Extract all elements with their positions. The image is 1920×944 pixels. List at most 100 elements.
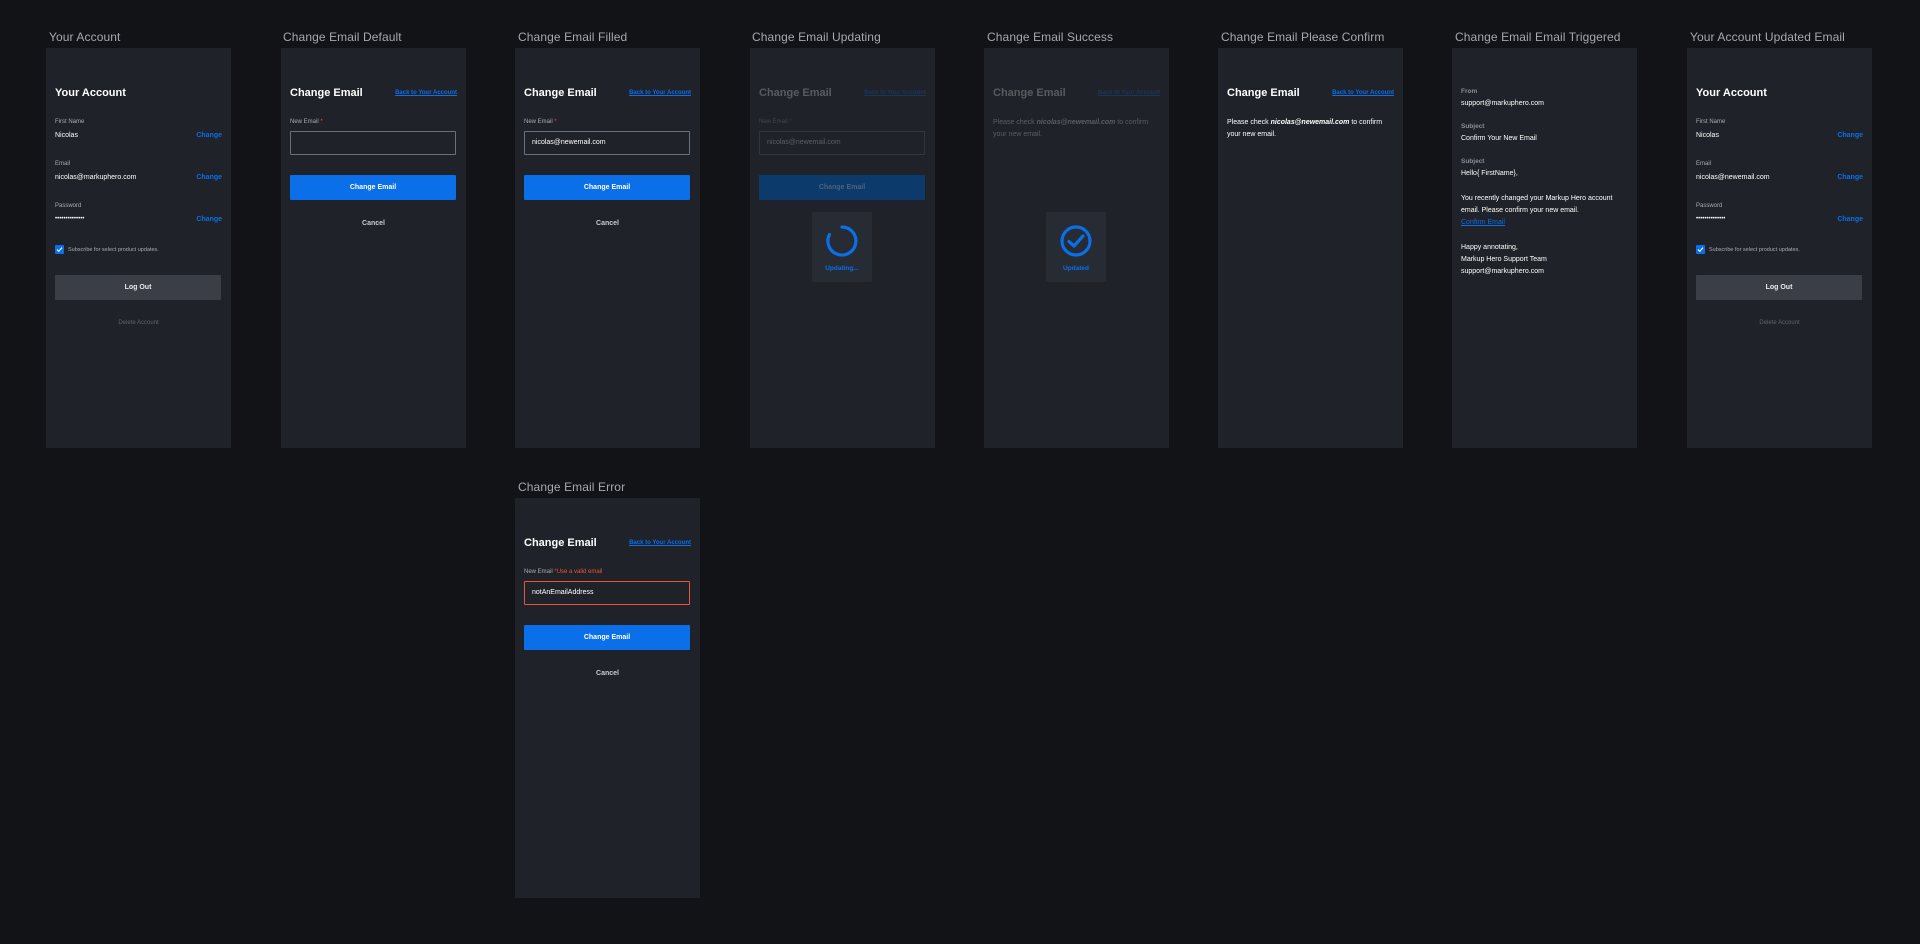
body-label: Subject xyxy=(1461,158,1485,165)
new-email-input[interactable]: nicolas@newemail.com xyxy=(524,131,690,155)
subject-value: Confirm Your New Email xyxy=(1461,135,1537,142)
new-email-label: New Email * xyxy=(524,119,557,125)
frame-your-account: Your Account First Name Nicolas Change E… xyxy=(46,48,231,448)
new-email-input-value: nicolas@newemail.com xyxy=(767,139,841,146)
new-email-input[interactable] xyxy=(290,131,456,155)
page-title: Your Account xyxy=(55,87,126,99)
change-email-button[interactable]: Change Email xyxy=(524,175,690,200)
subscribe-checkbox[interactable] xyxy=(55,245,64,254)
check-icon xyxy=(1697,247,1704,253)
frame-label-change-email-default: Change Email Default xyxy=(283,30,402,44)
subscribe-label: Subscribe for select product updates. xyxy=(1709,247,1800,253)
spinner-icon xyxy=(826,225,858,257)
change-first-name-button[interactable]: Change xyxy=(196,132,222,139)
change-email-button[interactable]: Change xyxy=(1837,174,1863,181)
new-email-label: New Email * xyxy=(290,119,323,125)
first-name-value: Nicolas xyxy=(55,132,78,139)
updating-status: Updating... xyxy=(812,212,872,282)
confirm-message: Please check nicolas@newemail.com to con… xyxy=(1227,119,1383,138)
updated-status: Updated xyxy=(1046,212,1106,282)
page-title: Change Email xyxy=(524,87,597,99)
back-to-account-link: Back to Your Account xyxy=(864,90,926,96)
updated-label: Updated xyxy=(1063,265,1089,272)
change-email-button-label: Change Email xyxy=(583,634,631,641)
frame-your-account-updated-email: Your Account First Name Nicolas Change E… xyxy=(1687,48,1872,448)
subject-label: Subject xyxy=(1461,123,1485,130)
frame-change-email-success: Change Email Back to Your Account Please… xyxy=(984,48,1169,448)
frame-change-email-please-confirm: Change Email Back to Your Account Please… xyxy=(1218,48,1403,448)
frame-label-your-account: Your Account xyxy=(49,30,121,44)
back-to-account-link[interactable]: Back to Your Account xyxy=(629,90,691,96)
new-email-input-value: nicolas@newemail.com xyxy=(532,139,606,146)
logout-button[interactable]: Log Out xyxy=(55,275,221,300)
email-body: You recently changed your Markup Hero ac… xyxy=(1461,195,1613,226)
from-value: support@markuphero.com xyxy=(1461,100,1544,107)
back-to-account-link: Back to Your Account xyxy=(1098,90,1160,96)
updating-label: Updating... xyxy=(825,265,859,272)
confirm-message: Please check nicolas@newemail.com to con… xyxy=(993,119,1149,138)
frame-change-email-filled: Change Email Back to Your Account New Em… xyxy=(515,48,700,448)
change-first-name-button[interactable]: Change xyxy=(1837,132,1863,139)
change-password-button[interactable]: Change xyxy=(196,216,222,223)
frame-label-change-email-filled: Change Email Filled xyxy=(518,30,628,44)
email-signoff: Happy annotating, Markup Hero Support Tea… xyxy=(1461,244,1547,275)
frame-label-change-email-email-triggered: Change Email Email Triggered xyxy=(1455,30,1621,44)
password-value: •••••••••••••• xyxy=(55,216,85,222)
confirm-email-link[interactable]: Confirm Email xyxy=(1461,219,1505,226)
change-email-button-label: Change Email xyxy=(349,184,397,191)
error-message: *Use a valid email xyxy=(554,569,603,575)
subscribe-checkbox[interactable] xyxy=(1696,245,1705,254)
frame-label-change-email-success: Change Email Success xyxy=(987,30,1114,44)
email-value: nicolas@newemail.com xyxy=(1696,174,1770,181)
new-email-input-value: notAnEmailAddress xyxy=(532,589,594,596)
cancel-button[interactable]: Cancel xyxy=(515,220,700,227)
email-greeting: Hello{ FirstName}, xyxy=(1461,170,1518,177)
page-title: Change Email xyxy=(993,87,1066,99)
logout-button-label: Log Out xyxy=(124,284,152,291)
frame-change-email-email-triggered: From support@markuphero.com Subject Conf… xyxy=(1452,48,1637,448)
change-password-button[interactable]: Change xyxy=(1837,216,1863,223)
password-label: Password xyxy=(55,203,82,209)
page-title: Change Email xyxy=(1227,87,1300,99)
back-to-account-link[interactable]: Back to Your Account xyxy=(1332,90,1394,96)
email-label: Email xyxy=(1696,161,1712,167)
subscribe-label: Subscribe for select product updates. xyxy=(68,247,159,253)
from-label: From xyxy=(1461,88,1478,95)
frame-label-change-email-error: Change Email Error xyxy=(518,480,626,494)
delete-account-link[interactable]: Delete Account xyxy=(1687,320,1872,326)
password-label: Password xyxy=(1696,203,1723,209)
email-label: Email xyxy=(55,161,71,167)
email-value: nicolas@markuphero.com xyxy=(55,174,137,181)
frame-label-change-email-updating: Change Email Updating xyxy=(752,30,881,44)
change-email-button[interactable]: Change xyxy=(196,174,222,181)
change-email-button[interactable]: Change Email xyxy=(290,175,456,200)
page-title: Change Email xyxy=(759,87,832,99)
page-title: Change Email xyxy=(290,87,363,99)
new-email-input[interactable]: notAnEmailAddress xyxy=(524,581,690,605)
change-email-button[interactable]: Change Email xyxy=(524,625,690,650)
first-name-label: First Name xyxy=(1696,119,1726,125)
check-icon xyxy=(56,247,63,253)
page-title: Your Account xyxy=(1696,87,1767,99)
page-title: Change Email xyxy=(524,537,597,549)
frame-change-email-default: Change Email Back to Your Account New Em… xyxy=(281,48,466,448)
back-to-account-link[interactable]: Back to Your Account xyxy=(395,90,457,96)
change-email-button-disabled: Change Email xyxy=(759,175,925,200)
back-to-account-link[interactable]: Back to Your Account xyxy=(629,540,691,546)
cancel-button[interactable]: Cancel xyxy=(281,220,466,227)
new-email-label: New Email * xyxy=(759,119,792,125)
cancel-button[interactable]: Cancel xyxy=(515,670,700,677)
first-name-label: First Name xyxy=(55,119,85,125)
frame-change-email-error: Change Email Back to Your Account New Em… xyxy=(515,498,700,898)
frame-label-your-account-updated-email: Your Account Updated Email xyxy=(1690,30,1845,44)
logout-button[interactable]: Log Out xyxy=(1696,275,1862,300)
delete-account-link[interactable]: Delete Account xyxy=(46,320,231,326)
change-email-button-label: Change Email xyxy=(818,184,866,191)
password-value: •••••••••••••• xyxy=(1696,216,1726,222)
frame-change-email-updating: Change Email Back to Your Account New Em… xyxy=(750,48,935,448)
check-circle-icon xyxy=(1060,225,1092,257)
new-email-input: nicolas@newemail.com xyxy=(759,131,925,155)
frame-label-change-email-please-confirm: Change Email Please Confirm xyxy=(1221,30,1385,44)
change-email-button-label: Change Email xyxy=(583,184,631,191)
logout-button-label: Log Out xyxy=(1765,284,1793,291)
